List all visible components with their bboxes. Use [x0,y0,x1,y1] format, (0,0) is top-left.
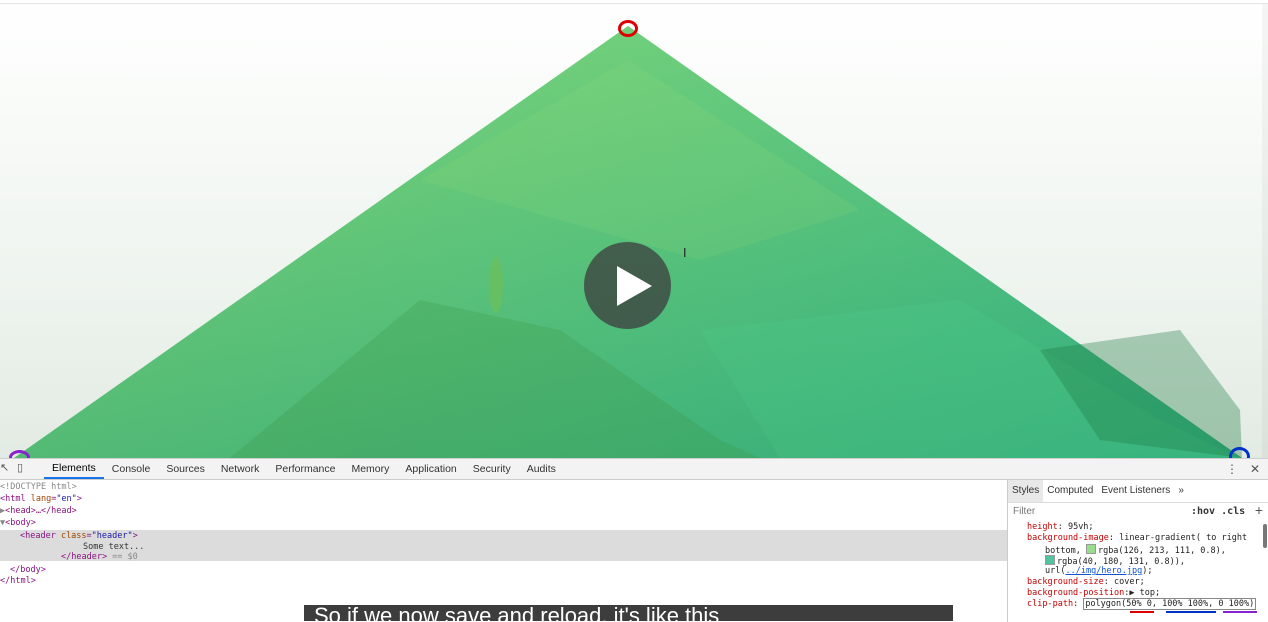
html-tag-end: > [76,494,82,504]
dom-html-open[interactable]: <html lang="en"> [0,493,82,505]
dom-html-close[interactable]: </html> [0,575,36,587]
html-tag: <html [0,494,26,504]
tab-console[interactable]: Console [104,459,159,479]
rule-clip-path[interactable]: clip-path: polygon(50% 0, 100% 100%, 0 1… [1027,598,1257,610]
more-options-icon[interactable]: ⋮ [1226,462,1238,476]
rule-height[interactable]: height: 95vh; [1027,522,1094,533]
more-tabs-icon[interactable]: » [1174,480,1188,502]
tab-elements[interactable]: Elements [44,459,104,479]
video-caption: So if we now save and reload, it's like … [304,605,953,621]
tab-memory[interactable]: Memory [343,459,397,479]
selected-node-marker: == $0 [107,552,138,562]
tab-security[interactable]: Security [465,459,519,479]
tab-styles[interactable]: Styles [1008,480,1044,502]
dom-header-close[interactable]: </header> == $0 [61,551,138,563]
styles-scrollbar[interactable] [1263,524,1267,548]
header-close-tag: </header> [61,552,108,562]
header-class-value: "header" [91,531,133,541]
tab-computed[interactable]: Computed [1043,480,1097,502]
text-cursor-icon: I [683,246,687,260]
tab-audits[interactable]: Audits [519,459,564,479]
styles-pane: Styles Computed Event Listeners » Filter… [1007,480,1268,622]
rule-background-size[interactable]: background-size: cover; [1027,577,1145,588]
rule-background-image-url[interactable]: url(../img/hero.jpg); [1045,566,1153,577]
head-tag: <head>…</head> [5,506,77,516]
color-swatch-icon[interactable] [1085,544,1096,554]
body-tag: <body> [5,518,36,528]
devtools-panel: ↖ ▯ Elements Console Sources Network Per… [0,458,1268,622]
clip-path-value-editor[interactable]: polygon(50% 0, 100% 100%, 0 100%) [1083,598,1257,610]
hero-shade [0,0,1268,458]
html-lang-value: "en" [56,494,77,504]
close-icon[interactable]: ✕ [1250,462,1260,476]
tab-sources[interactable]: Sources [158,459,213,479]
new-style-rule-button[interactable]: + [1255,502,1263,518]
caption-text: So if we now save and reload, it's like … [314,605,720,621]
device-toolbar-icon[interactable]: ▯ [17,462,29,474]
rule-background-image[interactable]: background-image: linear-gradient( to ri… [1027,533,1247,544]
underline-point-1 [1130,611,1154,613]
inspect-element-icon[interactable]: ↖ [0,462,12,474]
tab-application[interactable]: Application [397,459,464,479]
devtools-tabs: Elements Console Sources Network Perform… [44,459,564,479]
underline-point-2 [1166,611,1216,613]
html-lang-attr: lang [25,494,52,504]
dom-head[interactable]: ▶<head>…</head> [0,505,77,517]
yoga-figure [489,257,503,313]
dom-body-open[interactable]: ▼<body> [0,517,36,529]
selected-node-highlight [0,530,1007,561]
styles-tabs: Styles Computed Event Listeners » [1008,480,1268,503]
marker-top-circle [618,20,638,37]
devtools-tabbar: ↖ ▯ Elements Console Sources Network Per… [0,459,1268,480]
header-tag-end: > [132,531,138,541]
tab-event-listeners[interactable]: Event Listeners [1097,480,1174,502]
hero-image-link[interactable]: ../img/hero.jpg [1065,566,1142,576]
dom-doctype: <!DOCTYPE html> [0,482,77,492]
color-swatch-icon[interactable] [1045,555,1055,565]
hero-header [0,0,1268,458]
header-class-attr: class [55,531,87,541]
underline-point-3 [1223,611,1257,613]
browser-viewport: I [0,0,1268,466]
tab-network[interactable]: Network [213,459,268,479]
play-button[interactable] [584,242,671,329]
elements-dom-tree: <!DOCTYPE html> <html lang="en"> ▶<head>… [0,480,1007,622]
tab-performance[interactable]: Performance [267,459,343,479]
header-tag: <header [20,531,56,541]
hov-cls-toggle[interactable]: :hov .cls [1191,506,1245,517]
styles-filter-input[interactable]: Filter [1013,506,1035,517]
